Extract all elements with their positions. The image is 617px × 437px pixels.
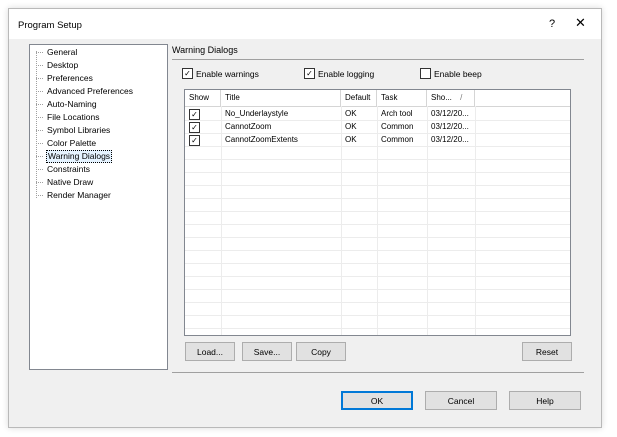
table-row-empty (185, 224, 570, 238)
checkbox-label: Enable beep (434, 68, 482, 79)
tree-item-label: Warning Dialogs (46, 149, 113, 163)
window-title: Program Setup (18, 20, 82, 31)
column-header-shown-label: Sho... (431, 93, 452, 102)
table-header: Show Title Default Task Sho... / (185, 90, 570, 107)
column-header-default[interactable]: Default (341, 90, 377, 106)
tree-item-label: Advanced Preferences (47, 85, 133, 96)
tree-item-label: Desktop (47, 59, 79, 70)
task-cell: Common (381, 135, 414, 144)
sort-indicator-icon: / (460, 93, 463, 102)
show-cell[interactable]: ✓ (185, 107, 221, 120)
settings-tree[interactable]: General Desktop Preferences Advanced Pre… (29, 44, 168, 370)
tree-item-constraints[interactable]: Constraints (36, 163, 91, 175)
warning-dialogs-table[interactable]: Show Title Default Task Sho... / ✓ No_Un… (184, 89, 571, 336)
checkbox-box: ✓ (304, 68, 315, 79)
table-row[interactable]: ✓ CannotZoomExtents OK Common 03/12/20..… (185, 133, 570, 147)
task-cell: Arch tool (381, 109, 413, 118)
load-button[interactable]: Load... (185, 342, 235, 361)
tree-item-label: Color Palette (47, 137, 97, 148)
column-header-task[interactable]: Task (377, 90, 427, 106)
tree-item-general[interactable]: General (36, 46, 78, 58)
cancel-button[interactable]: Cancel (425, 391, 497, 410)
title-cell: CannotZoom (225, 122, 272, 131)
help-icon[interactable]: ? (549, 18, 555, 30)
checkbox-label: Enable warnings (196, 68, 259, 79)
checkbox-box: ✓ (182, 68, 193, 79)
copy-button[interactable]: Copy (296, 342, 346, 361)
table-row-empty (185, 198, 570, 212)
table-row-empty (185, 315, 570, 329)
show-checkbox[interactable]: ✓ (189, 109, 200, 120)
default-cell: OK (345, 135, 357, 144)
tree-item-auto-naming[interactable]: Auto-Naming (36, 98, 98, 110)
tree-item-warning-dialogs[interactable]: Warning Dialogs (36, 149, 113, 163)
tree-item-label: Constraints (47, 163, 90, 174)
show-cell[interactable]: ✓ (185, 133, 221, 146)
task-cell: Common (381, 122, 414, 131)
table-row-empty (185, 146, 570, 160)
column-header-shown[interactable]: Sho... / (427, 90, 475, 106)
tree-item-label: Native Draw (47, 176, 94, 187)
table-row-empty (185, 172, 570, 186)
title-cell: CannotZoomExtents (225, 135, 298, 144)
help-button[interactable]: Help (509, 391, 581, 410)
shown-cell: 03/12/20... (431, 109, 469, 118)
tree-item-file-locations[interactable]: File Locations (36, 111, 100, 123)
tree-item-label: General (47, 46, 78, 57)
default-cell: OK (345, 109, 357, 118)
tree-item-advanced-preferences[interactable]: Advanced Preferences (36, 85, 134, 97)
tree-item-preferences[interactable]: Preferences (36, 72, 94, 84)
table-row-empty (185, 276, 570, 290)
tree-item-label: File Locations (47, 111, 100, 122)
tree-item-label: Render Manager (47, 189, 111, 200)
table-row-empty (185, 263, 570, 277)
show-checkbox[interactable]: ✓ (189, 122, 200, 133)
shown-cell: 03/12/20... (431, 122, 469, 131)
enable-logging-checkbox[interactable]: ✓ Enable logging (304, 68, 374, 79)
save-button[interactable]: Save... (242, 342, 292, 361)
table-row-empty (185, 250, 570, 264)
ok-button[interactable]: OK (341, 391, 413, 410)
program-setup-dialog: Program Setup ? ✕ General Desktop Prefer… (8, 8, 602, 428)
title-cell: No_Underlaystyle (225, 109, 289, 118)
tree-item-symbol-libraries[interactable]: Symbol Libraries (36, 124, 111, 136)
reset-button[interactable]: Reset (522, 342, 572, 361)
table-row-empty (185, 211, 570, 225)
table-row-empty (185, 237, 570, 251)
tree-item-label: Symbol Libraries (47, 124, 111, 135)
shown-cell: 03/12/20... (431, 135, 469, 144)
table-row-empty (185, 302, 570, 316)
checkbox-box (420, 68, 431, 79)
footer-divider (172, 372, 584, 373)
column-header-show[interactable]: Show (185, 90, 221, 106)
tree-item-render-manager[interactable]: Render Manager (36, 189, 112, 201)
table-row[interactable]: ✓ No_Underlaystyle OK Arch tool 03/12/20… (185, 107, 570, 121)
close-icon[interactable]: ✕ (575, 15, 586, 31)
show-cell[interactable]: ✓ (185, 120, 221, 133)
table-row-empty (185, 289, 570, 303)
table-row-empty (185, 159, 570, 173)
default-cell: OK (345, 122, 357, 131)
tree-item-label: Auto-Naming (47, 98, 97, 109)
show-checkbox[interactable]: ✓ (189, 135, 200, 146)
checkbox-label: Enable logging (318, 68, 375, 79)
tree-item-label: Preferences (47, 72, 93, 83)
title-bar: Program Setup ? ✕ (9, 9, 601, 39)
table-row-empty (185, 185, 570, 199)
section-divider (172, 59, 584, 60)
table-row[interactable]: ✓ CannotZoom OK Common 03/12/20... (185, 120, 570, 134)
tree-item-native-draw[interactable]: Native Draw (36, 176, 94, 188)
enable-warnings-checkbox[interactable]: ✓ Enable warnings (182, 68, 259, 79)
column-header-title[interactable]: Title (221, 90, 341, 106)
tree-item-color-palette[interactable]: Color Palette (36, 137, 97, 149)
enable-beep-checkbox[interactable]: Enable beep (420, 68, 482, 79)
section-title: Warning Dialogs (172, 45, 238, 55)
tree-item-desktop[interactable]: Desktop (36, 59, 79, 71)
